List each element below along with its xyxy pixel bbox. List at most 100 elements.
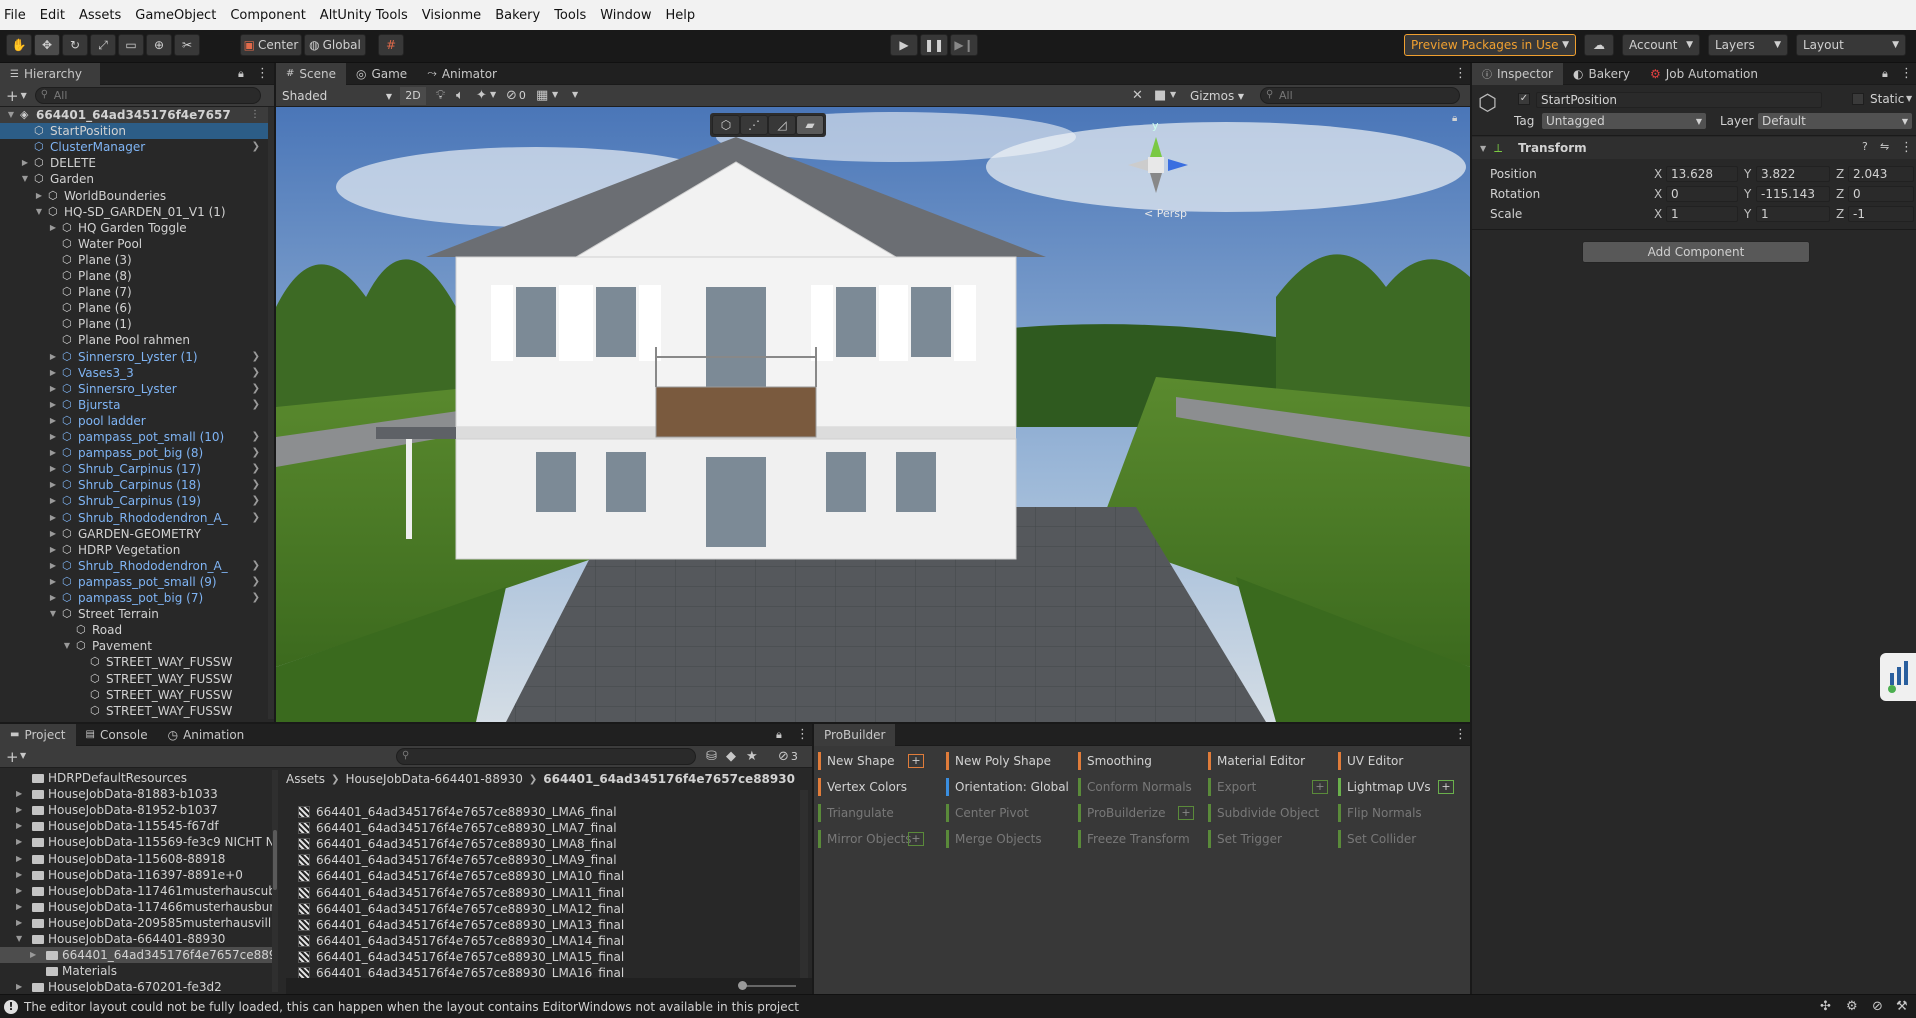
foldout-collapsed-icon[interactable]: ▶ — [48, 349, 58, 365]
prefab-open-chevron-icon[interactable]: ❯ — [252, 397, 260, 413]
rotate-tool-icon[interactable]: ↻ — [62, 34, 88, 56]
hierarchy-item[interactable]: ▶ ⬡ Shrub_Carpinus (17) ❯ — [0, 461, 270, 477]
options-plus-icon[interactable]: + — [908, 832, 924, 846]
rotation-y-field[interactable]: -115.143 — [1756, 186, 1830, 202]
lock-icon[interactable]: 🔒︎ — [238, 67, 244, 81]
menu-item-edit[interactable]: Edit — [40, 8, 65, 23]
foldout-collapsed-icon[interactable]: ▶ — [48, 365, 58, 381]
foldout-expanded-icon[interactable]: ▼ — [48, 606, 58, 622]
static-checkbox[interactable] — [1852, 93, 1864, 105]
options-plus-icon[interactable]: + — [908, 754, 924, 768]
project-search-input[interactable]: ⚲ — [396, 748, 696, 765]
hierarchy-item[interactable]: ▶ ⬡ Vases3_3 ❯ — [0, 365, 270, 381]
hierarchy-item[interactable]: ⬡ STREET_WAY_FUSSW — [0, 703, 270, 719]
tab-hierarchy[interactable]: ☰ Hierarchy — [0, 63, 100, 85]
face-mode-icon[interactable]: ▰ — [796, 115, 824, 135]
foldout-expanded-icon[interactable]: ▼ — [16, 931, 22, 947]
hierarchy-item[interactable]: ⬡ ClusterManager ❯ — [0, 139, 270, 155]
favorite-star-icon[interactable]: ★ — [746, 749, 758, 764]
hierarchy-item[interactable]: ▶ ⬡ Sinnersro_Lyster (1) ❯ — [0, 349, 270, 365]
transform-component-header[interactable]: ▼ ⟂ Transform ? ⇋ ⋮ — [1472, 137, 1916, 159]
mode-2d-toggle[interactable]: 2D — [400, 87, 426, 105]
kebab-menu-icon[interactable]: ⋮ — [796, 727, 809, 742]
folder-item[interactable]: ▶ HouseJobData-116397-8891e+0 — [0, 867, 272, 883]
foldout-collapsed-icon[interactable]: ▶ — [48, 558, 58, 574]
tab-console[interactable]: ▤ Console — [76, 724, 158, 746]
scale-x-field[interactable]: 1 — [1666, 206, 1738, 222]
foldout-collapsed-icon[interactable]: ▶ — [34, 188, 44, 204]
foldout-collapsed-icon[interactable]: ▶ — [48, 477, 58, 493]
lock-icon[interactable]: 🔒︎ — [1882, 67, 1888, 81]
prefab-open-chevron-icon[interactable]: ❯ — [252, 493, 260, 509]
foldout-collapsed-icon[interactable]: ▶ — [48, 429, 58, 445]
hierarchy-item[interactable]: ▼ ⬡ Pavement — [0, 638, 270, 654]
kebab-menu-icon[interactable]: ⋮ — [1900, 66, 1913, 81]
scrollbar-thumb[interactable] — [273, 830, 277, 890]
hierarchy-item[interactable]: ⬡ STREET_WAY_FUSSW — [0, 671, 270, 687]
foldout-collapsed-icon[interactable]: ▶ — [48, 413, 58, 429]
scale-tool-icon[interactable]: ⤢ — [90, 34, 116, 56]
foldout-expanded-icon[interactable]: ▼ — [20, 171, 30, 187]
grid-snap-icon[interactable]: # — [378, 34, 404, 56]
menu-item-visionme[interactable]: Visionme — [422, 8, 481, 23]
pivot-space-button[interactable]: ◍ Global — [304, 34, 366, 56]
hand-tool-icon[interactable]: ✋ — [6, 34, 32, 56]
foldout-collapsed-icon[interactable]: ▶ — [48, 397, 58, 413]
folder-tree-scrollbar[interactable] — [272, 770, 278, 992]
hierarchy-item[interactable]: ▶ ⬡ pool ladder — [0, 413, 270, 429]
probuilder-lightmap-uvs-button[interactable]: Lightmap UVs — [1338, 778, 1431, 796]
audio-icon[interactable]: 🔈︎ — [456, 88, 464, 103]
foldout-expanded-icon[interactable]: ▼ — [34, 204, 44, 220]
transform-tool-icon[interactable]: ⊕ — [146, 34, 172, 56]
preview-packages-button[interactable]: Preview Packages in Use ▼ — [1404, 34, 1576, 56]
foldout-collapsed-icon[interactable]: ▶ — [48, 493, 58, 509]
probuilder-probuilderize-button[interactable]: ProBuilderize — [1078, 804, 1166, 822]
gizmos-dropdown[interactable]: Gizmos ▼ — [1186, 87, 1248, 105]
camera-grid-icon[interactable]: ▦ — [536, 88, 548, 103]
folder-item[interactable]: ▶ HouseJobData-117466musterhausbung — [0, 899, 272, 915]
lock-view-icon[interactable]: 🔒︎ — [1452, 113, 1457, 124]
kebab-menu-icon[interactable]: ⋮ — [250, 107, 260, 123]
scene-search-input[interactable]: ⚲ All — [1260, 87, 1460, 104]
prefab-open-chevron-icon[interactable]: ❯ — [252, 381, 260, 397]
tab-probuilder[interactable]: ProBuilder — [814, 723, 896, 746]
menu-item-file[interactable]: File — [4, 8, 26, 23]
hierarchy-item[interactable]: ⬡ STREET_WAY_FUSSW — [0, 687, 270, 703]
add-component-button[interactable]: Add Component — [1582, 241, 1810, 263]
probuilder-triangulate-button[interactable]: Triangulate — [818, 804, 894, 822]
folder-item[interactable]: ▶ HouseJobData-115569-fe3c9 NICHT N — [0, 834, 272, 850]
position-y-field[interactable]: 3.822 — [1756, 166, 1830, 182]
dropdown-arrow-icon[interactable]: ▼ — [490, 90, 496, 99]
folder-item[interactable]: ▶ HouseJobData-115545-f67df — [0, 818, 272, 834]
auto-generate-lighting-icon[interactable]: ⚒ — [1896, 999, 1908, 1014]
hierarchy-item[interactable]: ▶ ⬡ pampass_pot_small (9) ❯ — [0, 574, 270, 590]
options-plus-icon[interactable]: + — [1178, 806, 1194, 820]
rotation-z-field[interactable]: 0 — [1848, 186, 1914, 202]
cloud-icon[interactable]: ☁ — [1584, 34, 1614, 56]
kebab-menu-icon[interactable]: ⋮ — [1454, 66, 1467, 81]
prefab-open-chevron-icon[interactable]: ❯ — [252, 429, 260, 445]
hierarchy-item[interactable]: ⬡ Plane (3) — [0, 252, 270, 268]
breadcrumb-item[interactable]: Assets — [286, 772, 325, 786]
foldout-collapsed-icon[interactable]: ▶ — [16, 851, 22, 867]
hierarchy-item[interactable]: ▶ ⬡ pampass_pot_small (10) ❯ — [0, 429, 270, 445]
move-tool-icon[interactable]: ✥ — [34, 34, 60, 56]
shading-mode-dropdown[interactable]: Shaded ▼ — [278, 87, 396, 105]
breadcrumb-item[interactable]: HouseJobData-664401-88930 — [345, 772, 522, 786]
folder-item[interactable]: ▶ HouseJobData-117461musterhauscube — [0, 883, 272, 899]
hierarchy-scrollbar[interactable] — [268, 107, 274, 719]
probuilder-flip-normals-button[interactable]: Flip Normals — [1338, 804, 1422, 822]
search-by-type-icon[interactable]: ⛁ — [706, 749, 717, 764]
probuilder-conform-normals-button[interactable]: Conform Normals — [1078, 778, 1192, 796]
foldout-collapsed-icon[interactable]: ▶ — [16, 834, 22, 850]
lock-icon[interactable]: 🔒︎ — [776, 728, 782, 742]
persp-label[interactable]: < Persp — [1144, 207, 1187, 220]
progress-icon[interactable]: ✣ — [1820, 999, 1831, 1014]
pause-button[interactable]: ❚❚ — [920, 34, 948, 56]
prefab-open-chevron-icon[interactable]: ❯ — [252, 139, 260, 155]
kebab-menu-icon[interactable]: ⋮ — [1900, 140, 1913, 155]
rect-tool-icon[interactable]: ▭ — [118, 34, 144, 56]
tab-animation[interactable]: ◷ Animation — [158, 724, 255, 746]
hierarchy-item[interactable]: ▶ ⬡ Shrub_Rhododendron_A_ ❯ — [0, 558, 270, 574]
custom-tool-icon[interactable]: ✂ — [174, 34, 200, 56]
